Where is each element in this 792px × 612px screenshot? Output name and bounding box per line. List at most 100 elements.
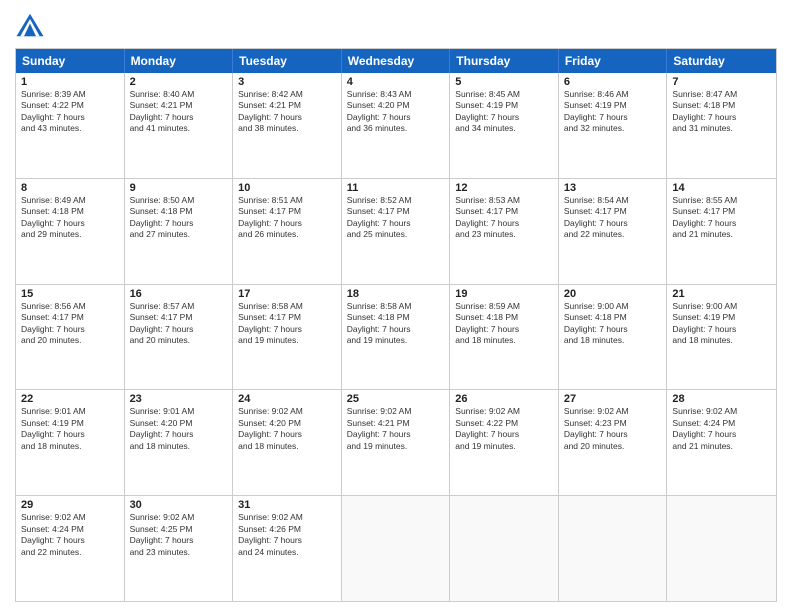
cell-text: Sunrise: 8:49 AMSunset: 4:18 PMDaylight:… bbox=[21, 195, 119, 241]
day-number: 15 bbox=[21, 288, 119, 300]
calendar-cell-30: 30Sunrise: 9:02 AMSunset: 4:25 PMDayligh… bbox=[125, 496, 234, 601]
cell-text: Sunrise: 9:01 AMSunset: 4:20 PMDaylight:… bbox=[130, 406, 228, 452]
calendar-cell-25: 25Sunrise: 9:02 AMSunset: 4:21 PMDayligh… bbox=[342, 390, 451, 495]
calendar-cell-4: 4Sunrise: 8:43 AMSunset: 4:20 PMDaylight… bbox=[342, 73, 451, 178]
cell-text: Sunrise: 9:02 AMSunset: 4:22 PMDaylight:… bbox=[455, 406, 553, 452]
calendar-cell-5: 5Sunrise: 8:45 AMSunset: 4:19 PMDaylight… bbox=[450, 73, 559, 178]
cell-text: Sunrise: 9:02 AMSunset: 4:24 PMDaylight:… bbox=[21, 512, 119, 558]
cell-text: Sunrise: 8:50 AMSunset: 4:18 PMDaylight:… bbox=[130, 195, 228, 241]
calendar-cell-12: 12Sunrise: 8:53 AMSunset: 4:17 PMDayligh… bbox=[450, 179, 559, 284]
calendar-cell-31: 31Sunrise: 9:02 AMSunset: 4:26 PMDayligh… bbox=[233, 496, 342, 601]
cell-text: Sunrise: 8:54 AMSunset: 4:17 PMDaylight:… bbox=[564, 195, 662, 241]
header-day-friday: Friday bbox=[559, 49, 668, 73]
calendar-header: SundayMondayTuesdayWednesdayThursdayFrid… bbox=[16, 49, 776, 73]
header-day-sunday: Sunday bbox=[16, 49, 125, 73]
cell-text: Sunrise: 9:02 AMSunset: 4:23 PMDaylight:… bbox=[564, 406, 662, 452]
cell-text: Sunrise: 8:45 AMSunset: 4:19 PMDaylight:… bbox=[455, 89, 553, 135]
calendar-cell-empty bbox=[342, 496, 451, 601]
calendar-cell-14: 14Sunrise: 8:55 AMSunset: 4:17 PMDayligh… bbox=[667, 179, 776, 284]
cell-text: Sunrise: 8:51 AMSunset: 4:17 PMDaylight:… bbox=[238, 195, 336, 241]
cell-text: Sunrise: 9:02 AMSunset: 4:20 PMDaylight:… bbox=[238, 406, 336, 452]
cell-text: Sunrise: 8:53 AMSunset: 4:17 PMDaylight:… bbox=[455, 195, 553, 241]
day-number: 25 bbox=[347, 393, 445, 405]
calendar-cell-27: 27Sunrise: 9:02 AMSunset: 4:23 PMDayligh… bbox=[559, 390, 668, 495]
header-day-saturday: Saturday bbox=[667, 49, 776, 73]
calendar-cell-18: 18Sunrise: 8:58 AMSunset: 4:18 PMDayligh… bbox=[342, 285, 451, 390]
day-number: 2 bbox=[130, 76, 228, 88]
cell-text: Sunrise: 8:57 AMSunset: 4:17 PMDaylight:… bbox=[130, 301, 228, 347]
calendar-cell-16: 16Sunrise: 8:57 AMSunset: 4:17 PMDayligh… bbox=[125, 285, 234, 390]
calendar-row-4: 22Sunrise: 9:01 AMSunset: 4:19 PMDayligh… bbox=[16, 390, 776, 496]
header bbox=[15, 10, 777, 40]
header-day-wednesday: Wednesday bbox=[342, 49, 451, 73]
day-number: 18 bbox=[347, 288, 445, 300]
cell-text: Sunrise: 8:58 AMSunset: 4:18 PMDaylight:… bbox=[347, 301, 445, 347]
calendar-cell-28: 28Sunrise: 9:02 AMSunset: 4:24 PMDayligh… bbox=[667, 390, 776, 495]
day-number: 13 bbox=[564, 182, 662, 194]
day-number: 8 bbox=[21, 182, 119, 194]
day-number: 14 bbox=[672, 182, 771, 194]
calendar-cell-7: 7Sunrise: 8:47 AMSunset: 4:18 PMDaylight… bbox=[667, 73, 776, 178]
calendar-cell-2: 2Sunrise: 8:40 AMSunset: 4:21 PMDaylight… bbox=[125, 73, 234, 178]
day-number: 19 bbox=[455, 288, 553, 300]
calendar-cell-22: 22Sunrise: 9:01 AMSunset: 4:19 PMDayligh… bbox=[16, 390, 125, 495]
calendar-cell-empty bbox=[559, 496, 668, 601]
logo bbox=[15, 10, 49, 40]
day-number: 21 bbox=[672, 288, 771, 300]
calendar-cell-9: 9Sunrise: 8:50 AMSunset: 4:18 PMDaylight… bbox=[125, 179, 234, 284]
day-number: 9 bbox=[130, 182, 228, 194]
cell-text: Sunrise: 8:59 AMSunset: 4:18 PMDaylight:… bbox=[455, 301, 553, 347]
cell-text: Sunrise: 9:02 AMSunset: 4:21 PMDaylight:… bbox=[347, 406, 445, 452]
calendar-row-1: 1Sunrise: 8:39 AMSunset: 4:22 PMDaylight… bbox=[16, 73, 776, 179]
calendar-cell-6: 6Sunrise: 8:46 AMSunset: 4:19 PMDaylight… bbox=[559, 73, 668, 178]
day-number: 17 bbox=[238, 288, 336, 300]
calendar: SundayMondayTuesdayWednesdayThursdayFrid… bbox=[15, 48, 777, 602]
logo-icon bbox=[15, 10, 45, 40]
cell-text: Sunrise: 8:58 AMSunset: 4:17 PMDaylight:… bbox=[238, 301, 336, 347]
cell-text: Sunrise: 9:02 AMSunset: 4:25 PMDaylight:… bbox=[130, 512, 228, 558]
calendar-row-5: 29Sunrise: 9:02 AMSunset: 4:24 PMDayligh… bbox=[16, 496, 776, 601]
cell-text: Sunrise: 9:00 AMSunset: 4:19 PMDaylight:… bbox=[672, 301, 771, 347]
day-number: 29 bbox=[21, 499, 119, 511]
calendar-cell-10: 10Sunrise: 8:51 AMSunset: 4:17 PMDayligh… bbox=[233, 179, 342, 284]
day-number: 6 bbox=[564, 76, 662, 88]
cell-text: Sunrise: 8:43 AMSunset: 4:20 PMDaylight:… bbox=[347, 89, 445, 135]
cell-text: Sunrise: 8:42 AMSunset: 4:21 PMDaylight:… bbox=[238, 89, 336, 135]
calendar-cell-26: 26Sunrise: 9:02 AMSunset: 4:22 PMDayligh… bbox=[450, 390, 559, 495]
day-number: 1 bbox=[21, 76, 119, 88]
calendar-cell-20: 20Sunrise: 9:00 AMSunset: 4:18 PMDayligh… bbox=[559, 285, 668, 390]
cell-text: Sunrise: 9:02 AMSunset: 4:24 PMDaylight:… bbox=[672, 406, 771, 452]
day-number: 7 bbox=[672, 76, 771, 88]
page: SundayMondayTuesdayWednesdayThursdayFrid… bbox=[0, 0, 792, 612]
calendar-cell-empty bbox=[667, 496, 776, 601]
cell-text: Sunrise: 8:40 AMSunset: 4:21 PMDaylight:… bbox=[130, 89, 228, 135]
calendar-row-2: 8Sunrise: 8:49 AMSunset: 4:18 PMDaylight… bbox=[16, 179, 776, 285]
calendar-cell-3: 3Sunrise: 8:42 AMSunset: 4:21 PMDaylight… bbox=[233, 73, 342, 178]
cell-text: Sunrise: 9:02 AMSunset: 4:26 PMDaylight:… bbox=[238, 512, 336, 558]
cell-text: Sunrise: 9:01 AMSunset: 4:19 PMDaylight:… bbox=[21, 406, 119, 452]
day-number: 26 bbox=[455, 393, 553, 405]
calendar-cell-23: 23Sunrise: 9:01 AMSunset: 4:20 PMDayligh… bbox=[125, 390, 234, 495]
header-day-tuesday: Tuesday bbox=[233, 49, 342, 73]
calendar-body: 1Sunrise: 8:39 AMSunset: 4:22 PMDaylight… bbox=[16, 73, 776, 601]
day-number: 31 bbox=[238, 499, 336, 511]
calendar-cell-29: 29Sunrise: 9:02 AMSunset: 4:24 PMDayligh… bbox=[16, 496, 125, 601]
calendar-cell-21: 21Sunrise: 9:00 AMSunset: 4:19 PMDayligh… bbox=[667, 285, 776, 390]
day-number: 30 bbox=[130, 499, 228, 511]
header-day-monday: Monday bbox=[125, 49, 234, 73]
day-number: 12 bbox=[455, 182, 553, 194]
day-number: 11 bbox=[347, 182, 445, 194]
day-number: 4 bbox=[347, 76, 445, 88]
day-number: 5 bbox=[455, 76, 553, 88]
calendar-cell-11: 11Sunrise: 8:52 AMSunset: 4:17 PMDayligh… bbox=[342, 179, 451, 284]
day-number: 16 bbox=[130, 288, 228, 300]
cell-text: Sunrise: 9:00 AMSunset: 4:18 PMDaylight:… bbox=[564, 301, 662, 347]
calendar-cell-19: 19Sunrise: 8:59 AMSunset: 4:18 PMDayligh… bbox=[450, 285, 559, 390]
day-number: 20 bbox=[564, 288, 662, 300]
day-number: 23 bbox=[130, 393, 228, 405]
day-number: 10 bbox=[238, 182, 336, 194]
calendar-cell-13: 13Sunrise: 8:54 AMSunset: 4:17 PMDayligh… bbox=[559, 179, 668, 284]
cell-text: Sunrise: 8:46 AMSunset: 4:19 PMDaylight:… bbox=[564, 89, 662, 135]
cell-text: Sunrise: 8:56 AMSunset: 4:17 PMDaylight:… bbox=[21, 301, 119, 347]
cell-text: Sunrise: 8:47 AMSunset: 4:18 PMDaylight:… bbox=[672, 89, 771, 135]
